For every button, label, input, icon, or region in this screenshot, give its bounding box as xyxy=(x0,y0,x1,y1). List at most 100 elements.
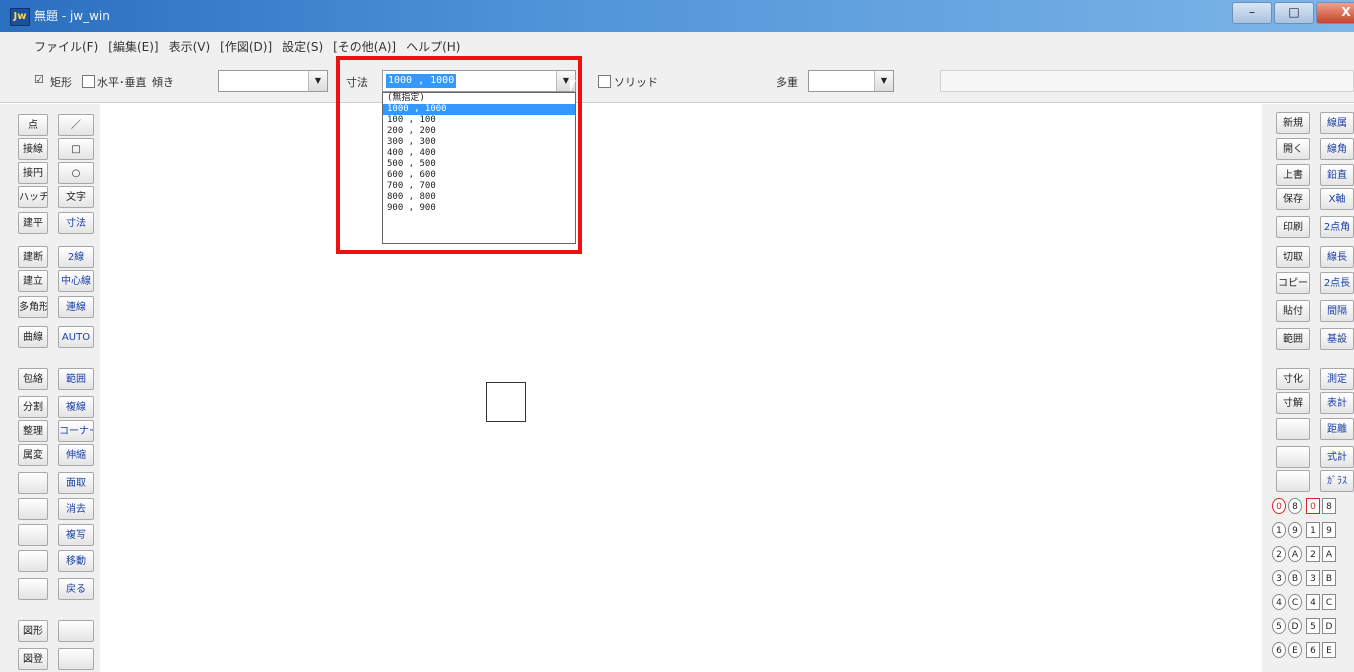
right-tool-button[interactable]: 表計 xyxy=(1320,392,1354,414)
layer-group-button[interactable]: D xyxy=(1288,618,1302,634)
layer-button[interactable]: C xyxy=(1322,594,1336,610)
rect-checkbox[interactable]: ☑ xyxy=(34,73,44,86)
left-tool-button[interactable] xyxy=(18,472,48,494)
layer-button[interactable]: 0 xyxy=(1306,498,1320,514)
left-tool-button[interactable]: 文字 xyxy=(58,186,94,208)
left-tool-button[interactable]: コーナー xyxy=(58,420,94,442)
left-tool-button[interactable]: ハッチ xyxy=(18,186,48,208)
right-tool-button[interactable]: 上書 xyxy=(1276,164,1310,186)
tilt-combo[interactable]: ▼ xyxy=(218,70,328,92)
left-tool-button[interactable] xyxy=(18,578,48,600)
right-tool-button[interactable]: 貼付 xyxy=(1276,300,1310,322)
left-tool-button[interactable]: 点 xyxy=(18,114,48,136)
right-tool-button[interactable]: 基設 xyxy=(1320,328,1354,350)
layer-button[interactable]: E xyxy=(1322,642,1336,658)
layer-button[interactable]: D xyxy=(1322,618,1336,634)
left-tool-button[interactable]: 図形 xyxy=(18,620,48,642)
right-tool-button[interactable]: 寸解 xyxy=(1276,392,1310,414)
right-tool-button[interactable]: 開く xyxy=(1276,138,1310,160)
layer-button[interactable]: 5 xyxy=(1306,618,1320,634)
layer-group-button[interactable]: 3 xyxy=(1272,570,1286,586)
layer-group-button[interactable]: 0 xyxy=(1272,498,1286,514)
layer-group-button[interactable]: 6 xyxy=(1272,642,1286,658)
solid-checkbox[interactable] xyxy=(598,75,611,88)
layer-button[interactable]: 3 xyxy=(1306,570,1320,586)
layer-group-button[interactable]: A xyxy=(1288,546,1302,562)
menu-edit[interactable]: [編集(E)] xyxy=(108,38,158,55)
left-tool-button[interactable]: 連線 xyxy=(58,296,94,318)
left-tool-button[interactable]: 移動 xyxy=(58,550,94,572)
left-tool-button[interactable]: □ xyxy=(58,138,94,160)
layer-button[interactable]: 1 xyxy=(1306,522,1320,538)
right-tool-button[interactable]: 新規 xyxy=(1276,112,1310,134)
right-tool-button[interactable]: 2点角 xyxy=(1320,216,1354,238)
left-tool-button[interactable] xyxy=(18,498,48,520)
layer-group-button[interactable]: 1 xyxy=(1272,522,1286,538)
left-tool-button[interactable]: 建立 xyxy=(18,270,48,292)
left-tool-button[interactable] xyxy=(18,524,48,546)
left-tool-button[interactable]: ○ xyxy=(58,162,94,184)
layer-button[interactable]: 4 xyxy=(1306,594,1320,610)
left-tool-button[interactable]: AUTO xyxy=(58,326,94,348)
right-tool-button[interactable] xyxy=(1276,470,1310,492)
menu-settings[interactable]: 設定(S) xyxy=(282,38,323,55)
left-tool-button[interactable] xyxy=(58,620,94,642)
layer-group-button[interactable]: 2 xyxy=(1272,546,1286,562)
left-tool-button[interactable]: 接線 xyxy=(18,138,48,160)
layer-group-button[interactable]: E xyxy=(1288,642,1302,658)
right-tool-button[interactable]: 測定 xyxy=(1320,368,1354,390)
right-tool-button[interactable]: 線長 xyxy=(1320,246,1354,268)
chevron-down-icon[interactable]: ▼ xyxy=(874,71,893,91)
left-tool-button[interactable]: 複線 xyxy=(58,396,94,418)
right-tool-button[interactable] xyxy=(1276,446,1310,468)
left-tool-button[interactable] xyxy=(18,550,48,572)
multiple-combo[interactable]: ▼ xyxy=(808,70,894,92)
minimize-button[interactable]: – xyxy=(1232,2,1272,24)
menu-file[interactable]: ファイル(F) xyxy=(34,38,98,55)
layer-button[interactable]: 8 xyxy=(1322,498,1336,514)
right-tool-button[interactable]: コピー xyxy=(1276,272,1310,294)
layer-group-button[interactable]: 4 xyxy=(1272,594,1286,610)
left-tool-button[interactable]: 伸縮 xyxy=(58,444,94,466)
left-tool-button[interactable]: 建平 xyxy=(18,212,48,234)
chevron-down-icon[interactable]: ▼ xyxy=(308,71,327,91)
right-tool-button[interactable]: 鉛直 xyxy=(1320,164,1354,186)
layer-button[interactable]: 9 xyxy=(1322,522,1336,538)
close-button[interactable]: X xyxy=(1316,2,1354,24)
maximize-button[interactable]: □ xyxy=(1274,2,1314,24)
drawn-rectangle[interactable] xyxy=(486,382,526,422)
layer-group-button[interactable]: 5 xyxy=(1272,618,1286,634)
left-tool-button[interactable]: 2線 xyxy=(58,246,94,268)
menu-help[interactable]: ヘルプ(H) xyxy=(406,38,460,55)
right-tool-button[interactable]: 保存 xyxy=(1276,188,1310,210)
left-tool-button[interactable]: 範囲 xyxy=(58,368,94,390)
layer-button[interactable]: 6 xyxy=(1306,642,1320,658)
left-tool-button[interactable]: 建断 xyxy=(18,246,48,268)
left-tool-button[interactable]: ／ xyxy=(58,114,94,136)
left-tool-button[interactable]: 包絡 xyxy=(18,368,48,390)
right-tool-button[interactable]: X軸 xyxy=(1320,188,1354,210)
layer-group-button[interactable]: C xyxy=(1288,594,1302,610)
menu-draw[interactable]: [作図(D)] xyxy=(220,38,272,55)
left-tool-button[interactable]: 整理 xyxy=(18,420,48,442)
left-tool-button[interactable]: 多角形 xyxy=(18,296,48,318)
menu-view[interactable]: 表示(V) xyxy=(169,38,211,55)
left-tool-button[interactable]: 戻る xyxy=(58,578,94,600)
right-tool-button[interactable]: 印刷 xyxy=(1276,216,1310,238)
layer-group-button[interactable]: B xyxy=(1288,570,1302,586)
right-tool-button[interactable]: 式計 xyxy=(1320,446,1354,468)
left-tool-button[interactable]: 面取 xyxy=(58,472,94,494)
left-tool-button[interactable]: 消去 xyxy=(58,498,94,520)
right-tool-button[interactable]: 2点長 xyxy=(1320,272,1354,294)
layer-group-button[interactable]: 8 xyxy=(1288,498,1302,514)
layer-button[interactable]: A xyxy=(1322,546,1336,562)
right-tool-button[interactable]: 範囲 xyxy=(1276,328,1310,350)
left-tool-button[interactable]: 分割 xyxy=(18,396,48,418)
left-tool-button[interactable]: 図登 xyxy=(18,648,48,670)
left-tool-button[interactable]: 中心線 xyxy=(58,270,94,292)
right-tool-button[interactable]: 線属 xyxy=(1320,112,1354,134)
layer-button[interactable]: 2 xyxy=(1306,546,1320,562)
menu-other[interactable]: [その他(A)] xyxy=(333,38,396,55)
right-tool-button[interactable]: 線角 xyxy=(1320,138,1354,160)
drawing-canvas[interactable] xyxy=(100,104,1260,672)
